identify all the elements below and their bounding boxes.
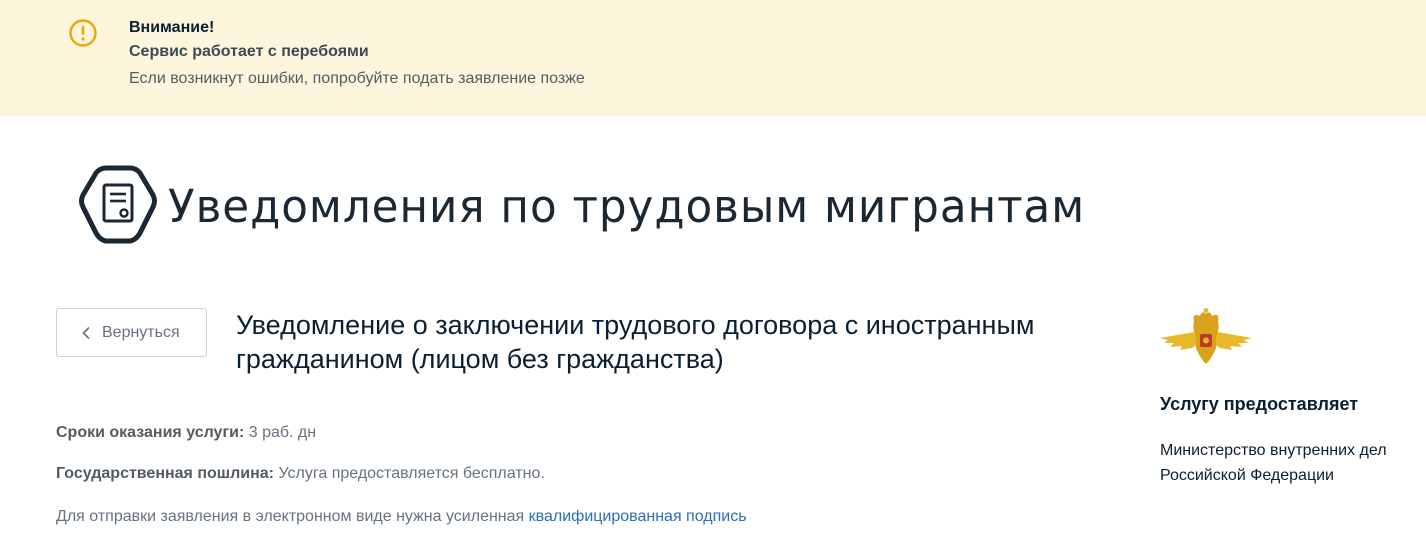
back-button[interactable]: Вернуться [56, 308, 207, 357]
qualified-signature-link[interactable]: квалифицированная подпись [529, 508, 747, 525]
warning-circle-icon [69, 19, 97, 47]
alert-text: Если возникнут ошибки, попробуйте подать… [129, 70, 585, 87]
mvd-eagle-emblem-icon [1160, 308, 1252, 364]
alert-subtitle: Сервис работает с перебоями [129, 43, 369, 60]
provider-name: Министерство внутренних дел Российской Ф… [1160, 442, 1387, 484]
service-term: Сроки оказания услуги: 3 раб. дн [56, 422, 316, 444]
signature-text: Для отправки заявления в электронном вид… [56, 508, 525, 525]
service-fee-value: Услуга предоставляется бесплатно. [278, 465, 545, 482]
alert-title: Внимание! [129, 19, 215, 36]
service-title: Уведомление о заключении трудового догов… [236, 310, 1035, 374]
service-term-label: Сроки оказания услуги: [56, 424, 245, 441]
warning-banner: Внимание! Сервис работает с перебоями Ес… [0, 0, 1426, 116]
document-hexagon-icon [79, 165, 157, 244]
chevron-left-icon [82, 326, 90, 339]
page-title: Уведомления по трудовым мигрантам [168, 180, 1086, 233]
back-button-label: Вернуться [102, 323, 180, 341]
provider-heading: Услугу предоставляет [1160, 394, 1359, 414]
service-fee-label: Государственная пошлина: [56, 465, 274, 482]
service-term-value: 3 раб. дн [248, 424, 317, 441]
signature-requirement: Для отправки заявления в электронном вид… [56, 506, 747, 528]
service-fee: Государственная пошлина: Услуга предоста… [56, 463, 545, 485]
